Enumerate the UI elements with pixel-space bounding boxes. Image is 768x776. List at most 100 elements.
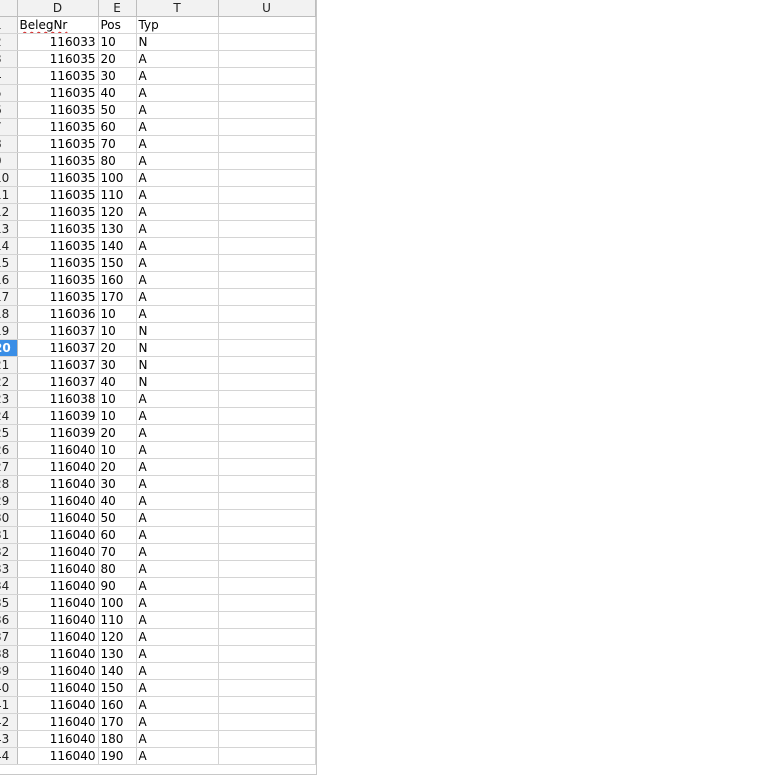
row-header[interactable]: 1 xyxy=(0,16,18,34)
row-header[interactable]: 15 xyxy=(0,254,18,272)
row-header[interactable]: 13 xyxy=(0,220,18,238)
cell[interactable]: A xyxy=(136,101,219,119)
cell[interactable]: A xyxy=(136,679,219,697)
cell[interactable]: A xyxy=(136,67,219,85)
cell[interactable]: N xyxy=(136,339,219,357)
cell[interactable]: 116035 xyxy=(17,271,99,289)
row-header[interactable]: 12 xyxy=(0,203,18,221)
cell[interactable]: A xyxy=(136,220,219,238)
cell[interactable]: 20 xyxy=(98,424,137,442)
row-header[interactable]: 10 xyxy=(0,169,18,187)
cell[interactable]: 10 xyxy=(98,390,137,408)
cell[interactable]: 116035 xyxy=(17,169,99,187)
cell[interactable]: 150 xyxy=(98,254,137,272)
cell[interactable] xyxy=(218,526,316,544)
cell[interactable]: N xyxy=(136,373,219,391)
cell[interactable] xyxy=(218,118,316,136)
cell[interactable]: A xyxy=(136,84,219,102)
cell[interactable]: 30 xyxy=(98,475,137,493)
cell[interactable]: A xyxy=(136,560,219,578)
cell[interactable]: 140 xyxy=(98,237,137,255)
select-all-corner[interactable] xyxy=(0,0,18,17)
cell[interactable]: 80 xyxy=(98,560,137,578)
cell[interactable]: A xyxy=(136,169,219,187)
cell[interactable]: A xyxy=(136,254,219,272)
cell[interactable] xyxy=(218,577,316,595)
cell[interactable]: A xyxy=(136,662,219,680)
cell[interactable]: N xyxy=(136,322,219,340)
cell[interactable] xyxy=(218,101,316,119)
cell[interactable]: 116039 xyxy=(17,424,99,442)
cell[interactable]: 20 xyxy=(98,458,137,476)
row-header[interactable]: 23 xyxy=(0,390,18,408)
cell[interactable]: 116038 xyxy=(17,390,99,408)
cell[interactable]: 116040 xyxy=(17,713,99,731)
cell[interactable]: A xyxy=(136,390,219,408)
cell[interactable]: 116033 xyxy=(17,33,99,51)
cell[interactable]: 140 xyxy=(98,662,137,680)
cell[interactable]: 10 xyxy=(98,322,137,340)
cell[interactable]: A xyxy=(136,118,219,136)
cell[interactable]: 40 xyxy=(98,492,137,510)
cell[interactable] xyxy=(218,186,316,204)
cell[interactable] xyxy=(218,475,316,493)
cell[interactable]: A xyxy=(136,186,219,204)
cell[interactable]: 116040 xyxy=(17,577,99,595)
cell[interactable]: 116035 xyxy=(17,220,99,238)
cell[interactable]: N xyxy=(136,356,219,374)
cell[interactable]: 10 xyxy=(98,407,137,425)
cell[interactable]: A xyxy=(136,509,219,527)
row-header[interactable]: 6 xyxy=(0,101,18,119)
cell[interactable]: 116040 xyxy=(17,662,99,680)
row-header[interactable]: 9 xyxy=(0,152,18,170)
cell[interactable] xyxy=(218,67,316,85)
cell[interactable]: A xyxy=(136,696,219,714)
cell[interactable]: A xyxy=(136,526,219,544)
cell[interactable] xyxy=(218,696,316,714)
cell[interactable]: A xyxy=(136,645,219,663)
cell[interactable]: 10 xyxy=(98,33,137,51)
cell[interactable]: 116040 xyxy=(17,458,99,476)
cell[interactable]: 116040 xyxy=(17,509,99,527)
row-header[interactable]: 7 xyxy=(0,118,18,136)
cell[interactable] xyxy=(218,339,316,357)
cell[interactable]: 160 xyxy=(98,271,137,289)
row-header[interactable]: 30 xyxy=(0,509,18,527)
cell[interactable] xyxy=(218,645,316,663)
cell[interactable] xyxy=(218,203,316,221)
row-header[interactable]: 31 xyxy=(0,526,18,544)
cell[interactable] xyxy=(218,288,316,306)
cell[interactable]: 150 xyxy=(98,679,137,697)
row-header[interactable]: 11 xyxy=(0,186,18,204)
cell[interactable] xyxy=(218,33,316,51)
cell[interactable]: A xyxy=(136,237,219,255)
cell[interactable] xyxy=(218,237,316,255)
row-header-selected[interactable]: 20 xyxy=(0,339,18,357)
cell[interactable]: N xyxy=(136,33,219,51)
cell[interactable]: BelegNr xyxy=(17,16,99,34)
cell[interactable] xyxy=(218,458,316,476)
cell[interactable]: 116040 xyxy=(17,628,99,646)
cell[interactable] xyxy=(218,611,316,629)
cell[interactable] xyxy=(218,169,316,187)
cell[interactable]: 110 xyxy=(98,611,137,629)
cell[interactable]: 116040 xyxy=(17,611,99,629)
cell[interactable]: 130 xyxy=(98,645,137,663)
cell[interactable] xyxy=(218,50,316,68)
row-header[interactable]: 38 xyxy=(0,645,18,663)
cell[interactable]: 116037 xyxy=(17,339,99,357)
cell[interactable]: 116035 xyxy=(17,186,99,204)
cell[interactable]: A xyxy=(136,475,219,493)
cell[interactable] xyxy=(218,679,316,697)
row-header[interactable]: 26 xyxy=(0,441,18,459)
row-header[interactable]: 35 xyxy=(0,594,18,612)
cell[interactable]: 30 xyxy=(98,356,137,374)
cell[interactable]: A xyxy=(136,713,219,731)
cell[interactable]: 20 xyxy=(98,50,137,68)
row-header[interactable]: 36 xyxy=(0,611,18,629)
cell[interactable]: 116035 xyxy=(17,288,99,306)
cell[interactable] xyxy=(218,254,316,272)
cell[interactable]: 116037 xyxy=(17,373,99,391)
cell[interactable]: 20 xyxy=(98,339,137,357)
cell[interactable]: 116035 xyxy=(17,237,99,255)
